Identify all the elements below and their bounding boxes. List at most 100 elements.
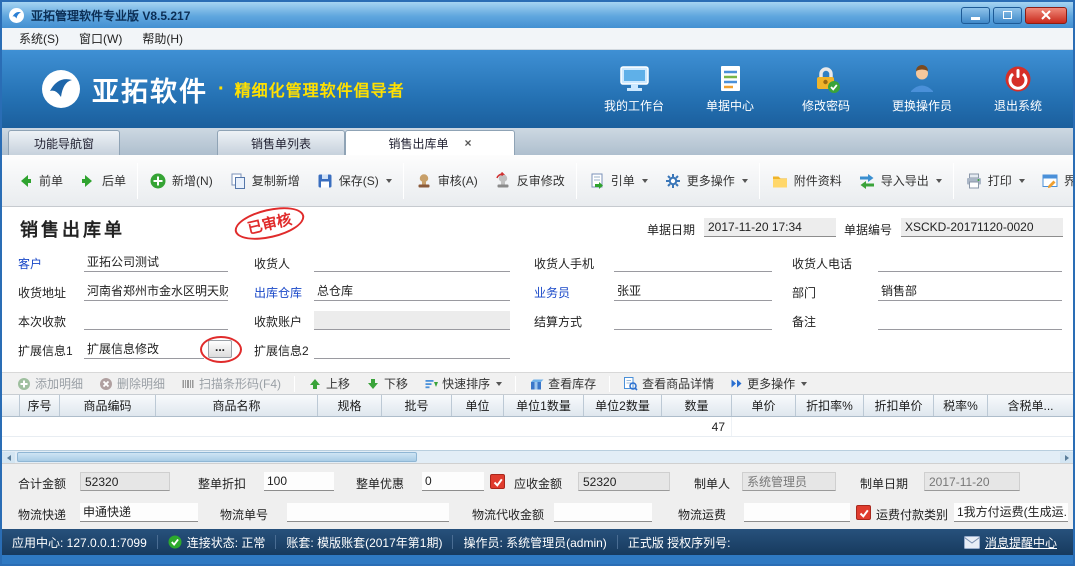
banner-actions: 我的工作台 单据中心 修改密码 更换操作员 xyxy=(597,64,1073,114)
message-center-link[interactable]: 消息提醒中心 xyxy=(964,534,1057,551)
prev-doc-button[interactable]: 前单 xyxy=(8,160,71,202)
recalc-freight-button[interactable] xyxy=(856,505,871,520)
freight-type-field[interactable]: 1我方付运费(生成运... xyxy=(954,503,1068,522)
menu-system[interactable]: 系统(S) xyxy=(10,28,68,49)
tab-close-icon[interactable]: × xyxy=(465,136,472,150)
freight-field[interactable] xyxy=(744,503,850,522)
settle-type-field[interactable] xyxy=(614,311,772,330)
tracking-field[interactable] xyxy=(287,503,449,522)
delete-line-button[interactable]: 删除明细 xyxy=(92,373,172,394)
column-header[interactable]: 折扣单价 xyxy=(864,395,934,416)
operator-status: 操作员: 系统管理员(admin) xyxy=(463,534,606,551)
unaudit-button[interactable]: 反审修改 xyxy=(486,160,573,202)
brand-slogan: 精细化管理软件倡导者 xyxy=(235,77,405,101)
brand-dot: · xyxy=(218,78,225,101)
maximize-button[interactable] xyxy=(993,7,1022,24)
copy-new-button[interactable]: 复制新增 xyxy=(221,160,308,202)
column-header[interactable]: 单位1数量 xyxy=(504,395,584,416)
close-button[interactable] xyxy=(1025,7,1067,24)
import-export-button[interactable]: 导入导出 xyxy=(850,160,950,202)
reduce-field[interactable]: 0 xyxy=(422,472,484,491)
arrow-up-icon xyxy=(308,377,322,391)
quick-sort-button[interactable]: 快速排序 xyxy=(417,373,509,394)
column-header[interactable]: 规格 xyxy=(318,395,382,416)
new-button[interactable]: 新增(N) xyxy=(141,160,221,202)
menu-window[interactable]: 窗口(W) xyxy=(70,28,131,49)
address-field[interactable]: 河南省郑州市金水区明天财 xyxy=(84,282,228,301)
toolbar-separator xyxy=(137,163,138,199)
remark-field[interactable] xyxy=(878,311,1062,330)
pull-doc-button[interactable]: 引单 xyxy=(580,160,656,202)
horizontal-scrollbar[interactable] xyxy=(2,450,1073,463)
ext1-field[interactable]: 扩展信息修改 xyxy=(84,340,204,359)
my-workspace-button[interactable]: 我的工作台 xyxy=(597,64,671,114)
salesman-field[interactable]: 张亚 xyxy=(614,282,772,301)
tab-function-nav[interactable]: 功能导航窗 xyxy=(8,130,120,155)
gear-icon xyxy=(664,172,682,190)
detail-more-actions-button[interactable]: 更多操作 xyxy=(723,373,814,394)
arrow-left-icon xyxy=(16,172,34,190)
document-center-button[interactable]: 单据中心 xyxy=(693,64,767,114)
column-header[interactable]: 税率% xyxy=(934,395,988,416)
grid-total-row[interactable]: 47 xyxy=(2,417,1073,437)
express-label: 物流快递 xyxy=(18,506,66,523)
tab-sales-outbound[interactable]: 销售出库单 × xyxy=(345,130,515,155)
customer-field[interactable]: 亚拓公司测试 xyxy=(84,253,228,272)
attachments-button[interactable]: 附件资料 xyxy=(763,160,850,202)
add-line-button[interactable]: 添加明细 xyxy=(10,373,90,394)
tracking-label: 物流单号 xyxy=(220,506,268,523)
recalc-reduce-button[interactable] xyxy=(490,474,505,489)
express-field[interactable]: 申通快递 xyxy=(80,503,198,522)
more-actions-button[interactable]: 更多操作 xyxy=(656,160,756,202)
save-button[interactable]: 保存(S) xyxy=(308,160,400,202)
remark-label: 备注 xyxy=(792,313,816,331)
switch-operator-button[interactable]: 更换操作员 xyxy=(885,64,959,114)
tab-sales-list[interactable]: 销售单列表 xyxy=(217,130,345,155)
column-header[interactable]: 批号 xyxy=(382,395,452,416)
column-header[interactable]: 含税单... xyxy=(988,395,1073,416)
change-password-button[interactable]: 修改密码 xyxy=(789,64,863,114)
discount-field[interactable]: 100 xyxy=(264,472,334,491)
scroll-left-button[interactable] xyxy=(2,452,15,463)
audit-button[interactable]: 审核(A) xyxy=(407,160,486,202)
next-doc-button[interactable]: 后单 xyxy=(71,160,134,202)
print-button[interactable]: 打印 xyxy=(957,160,1033,202)
receiver-field[interactable] xyxy=(314,253,510,272)
cod-label: 物流代收金额 xyxy=(472,506,544,523)
ext1-more-button[interactable]: ... xyxy=(208,340,232,358)
cod-field[interactable] xyxy=(554,503,652,522)
column-header[interactable]: 数量 xyxy=(662,395,732,416)
column-header[interactable]: 序号 xyxy=(20,395,60,416)
arrow-right-icon xyxy=(79,172,97,190)
view-product-detail-button[interactable]: 查看商品详情 xyxy=(616,373,721,394)
warehouse-field[interactable]: 总仓库 xyxy=(314,282,510,301)
move-up-button[interactable]: 上移 xyxy=(301,373,357,394)
scroll-right-button[interactable] xyxy=(1060,452,1073,463)
menu-help[interactable]: 帮助(H) xyxy=(133,28,192,49)
column-header[interactable]: 单位2数量 xyxy=(584,395,662,416)
receiver-mobile-field[interactable] xyxy=(614,253,772,272)
column-header[interactable]: 单价 xyxy=(732,395,796,416)
ui-design-button[interactable]: 界面设计 xyxy=(1033,160,1075,202)
receiver-label: 收货人 xyxy=(254,255,290,273)
move-down-button[interactable]: 下移 xyxy=(359,373,415,394)
grid-empty-cell xyxy=(2,417,662,436)
scan-barcode-button[interactable]: 扫描条形码(F4) xyxy=(174,373,288,394)
account-field[interactable] xyxy=(314,311,510,330)
department-label: 部门 xyxy=(792,284,816,302)
ext2-field[interactable] xyxy=(314,340,510,359)
receiver-phone-field[interactable] xyxy=(878,253,1062,272)
department-field[interactable]: 销售部 xyxy=(878,282,1062,301)
button-label: 引单 xyxy=(611,172,635,189)
brand-box: 亚拓软件 · 精细化管理软件倡导者 xyxy=(40,68,405,110)
exit-system-button[interactable]: 退出系统 xyxy=(981,64,1055,114)
column-header[interactable]: 单位 xyxy=(452,395,504,416)
view-stock-button[interactable]: 查看库存 xyxy=(522,373,603,394)
column-header[interactable]: 商品名称 xyxy=(156,395,318,416)
scrollbar-thumb[interactable] xyxy=(17,452,417,462)
column-header[interactable]: 折扣率% xyxy=(796,395,864,416)
import-export-icon xyxy=(858,172,876,190)
column-header[interactable]: 商品编码 xyxy=(60,395,156,416)
payment-field[interactable] xyxy=(84,311,228,330)
minimize-button[interactable] xyxy=(961,7,990,24)
